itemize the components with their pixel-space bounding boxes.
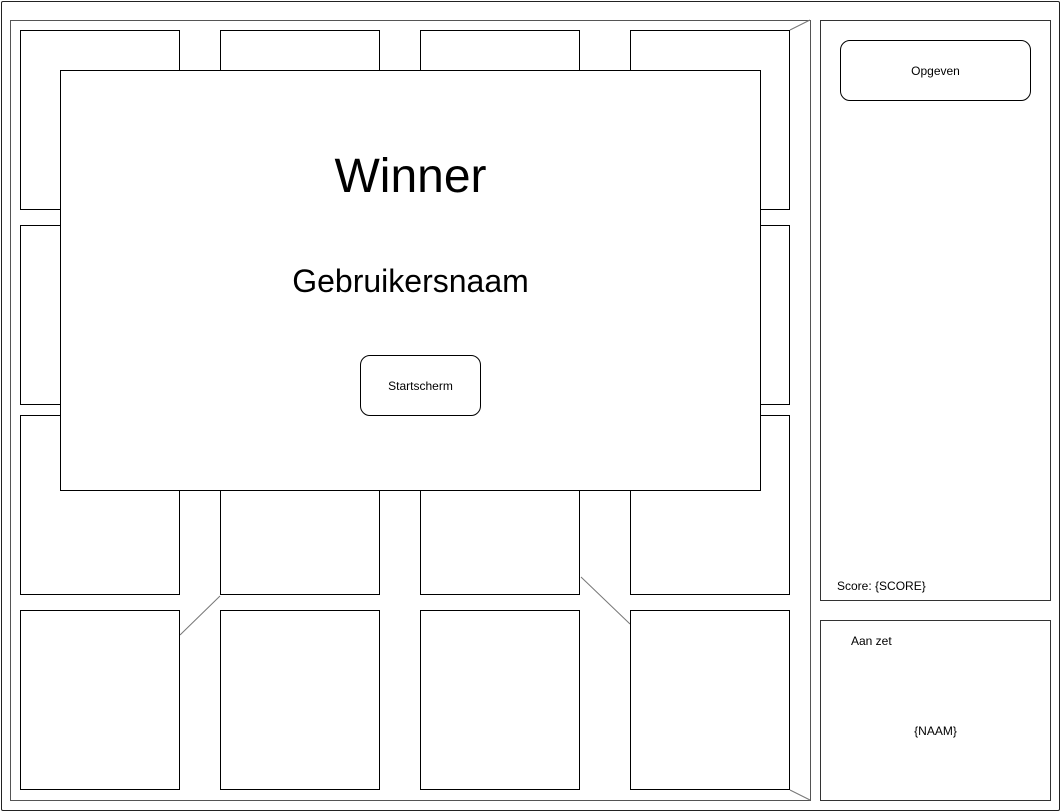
board-tile[interactable] xyxy=(420,610,580,790)
score-label: Score: {SCORE} xyxy=(837,579,926,593)
quit-button[interactable]: Opgeven xyxy=(840,40,1031,101)
winner-dialog: Winner Gebruikersnaam Startscherm xyxy=(60,70,761,491)
sidebar-panel xyxy=(820,20,1051,601)
turn-label: Aan zet xyxy=(851,634,892,648)
current-player-name: {NAAM} xyxy=(914,724,957,738)
start-screen-button[interactable]: Startscherm xyxy=(360,355,481,416)
board-tile[interactable] xyxy=(20,610,180,790)
winner-username: Gebruikersnaam xyxy=(292,263,529,299)
board-tile[interactable] xyxy=(630,610,790,790)
board-tile[interactable] xyxy=(220,610,380,790)
winner-title: Winner xyxy=(334,150,487,203)
